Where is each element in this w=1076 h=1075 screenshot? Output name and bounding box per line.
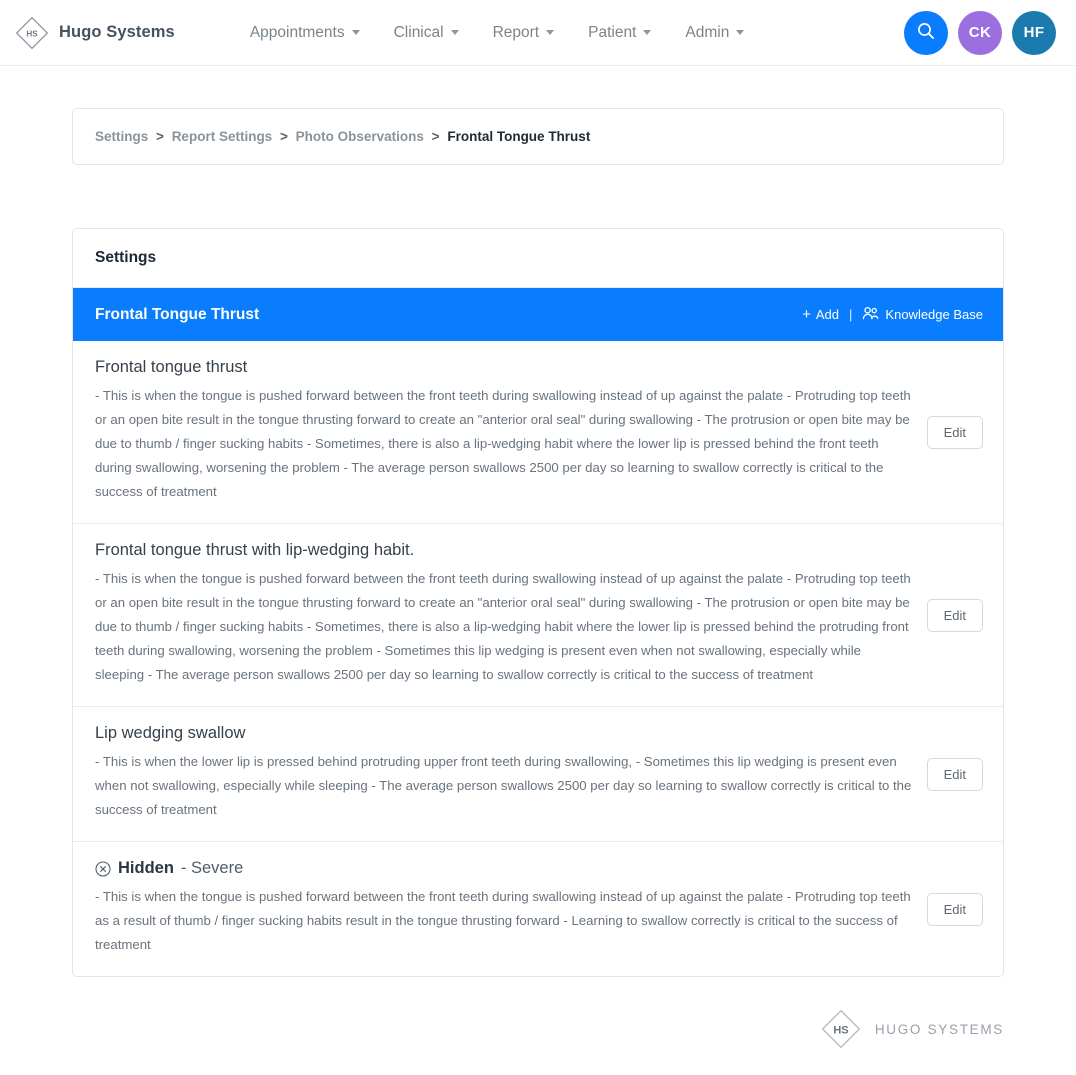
- add-label: Add: [815, 307, 840, 322]
- observation-row: Frontal tongue thrust with lip-wedging h…: [73, 524, 1003, 707]
- observation-title: Hidden - Severe: [95, 859, 913, 878]
- chevron-down-icon: [450, 30, 459, 35]
- chevron-down-icon: [643, 30, 652, 35]
- diamond-hs-logo-icon: HS: [819, 1007, 863, 1051]
- observation-content: Frontal tongue thrust with lip-wedging h…: [95, 541, 913, 687]
- nav-item-report[interactable]: Report: [476, 18, 572, 48]
- observation-body: - This is when the tongue is pushed forw…: [95, 889, 911, 952]
- observation-title: Frontal tongue thrust with lip-wedging h…: [95, 541, 415, 559]
- avatar-ck[interactable]: CK: [958, 10, 1002, 55]
- edit-button[interactable]: Edit: [926, 892, 983, 926]
- edit-button[interactable]: Edit: [926, 757, 983, 791]
- observation-group-header: Frontal Tongue Thrust + Add | Knowledge …: [73, 288, 1003, 341]
- breadcrumb-separator: >: [431, 129, 440, 144]
- svg-text:HS: HS: [833, 1025, 848, 1037]
- observation-group-title: Frontal Tongue Thrust: [95, 305, 260, 323]
- breadcrumb-item-current: Frontal Tongue Thrust: [447, 129, 591, 144]
- svg-text:HS: HS: [26, 29, 38, 38]
- edit-button[interactable]: Edit: [926, 415, 983, 449]
- observation-row: Lip wedging swallow - This is when the l…: [73, 707, 1003, 842]
- diamond-hs-logo-icon: HS: [14, 15, 50, 51]
- search-icon: [916, 21, 936, 45]
- top-navbar: HS Hugo Systems Appointments Clinical Re…: [0, 0, 1076, 66]
- nav-label: Patient: [588, 23, 637, 41]
- observation-row: Hidden - Severe - This is when the tongu…: [73, 842, 1003, 976]
- nav-item-clinical[interactable]: Clinical: [377, 18, 476, 48]
- observation-row: Frontal tongue thrust - This is when the…: [73, 341, 1003, 524]
- observation-title: Lip wedging swallow: [95, 724, 246, 742]
- observation-body: - This is when the tongue is pushed forw…: [95, 388, 911, 499]
- page-footer: HS HUGO SYSTEMS: [0, 977, 1076, 1075]
- observation-title: Frontal tongue thrust: [95, 358, 248, 376]
- settings-card: Settings Frontal Tongue Thrust + Add | K…: [72, 228, 1004, 977]
- navbar-right-actions: CK HF: [904, 10, 1056, 55]
- nav-item-patient[interactable]: Patient: [571, 18, 668, 48]
- settings-panel-title: Settings: [73, 229, 1003, 288]
- observation-content: Lip wedging swallow - This is when the l…: [95, 724, 913, 822]
- observation-hidden-label: Hidden: [118, 859, 174, 877]
- actions-divider: |: [849, 307, 853, 322]
- avatar-initials: HF: [1023, 24, 1045, 41]
- observation-content: Hidden - Severe - This is when the tongu…: [95, 859, 913, 957]
- breadcrumb-item-photo-observations[interactable]: Photo Observations: [296, 129, 424, 144]
- edit-button[interactable]: Edit: [926, 598, 983, 632]
- brand-name: Hugo Systems: [59, 23, 175, 41]
- nav-label: Clinical: [393, 23, 444, 41]
- nav-item-appointments[interactable]: Appointments: [233, 18, 377, 48]
- nav-label: Appointments: [249, 23, 345, 41]
- chevron-down-icon: [351, 30, 360, 35]
- knowledge-base-button[interactable]: Knowledge Base: [862, 306, 983, 323]
- observation-group-actions: + Add | Knowledge Base: [802, 306, 983, 323]
- observation-content: Frontal tongue thrust - This is when the…: [95, 358, 913, 504]
- breadcrumb-separator: >: [279, 129, 288, 144]
- breadcrumb: Settings > Report Settings > Photo Obser…: [72, 108, 1004, 165]
- avatar-initials: CK: [968, 24, 992, 41]
- nav-label: Admin: [685, 23, 730, 41]
- breadcrumb-item-settings[interactable]: Settings: [95, 129, 148, 144]
- main-nav: Appointments Clinical Report Patient Adm…: [233, 18, 761, 48]
- knowledge-base-label: Knowledge Base: [885, 307, 983, 322]
- page-content: Settings > Report Settings > Photo Obser…: [0, 108, 1076, 977]
- nav-item-admin[interactable]: Admin: [668, 18, 761, 48]
- observation-body: - This is when the tongue is pushed forw…: [95, 571, 911, 682]
- users-icon: [862, 306, 879, 323]
- breadcrumb-item-report-settings[interactable]: Report Settings: [172, 129, 273, 144]
- chevron-down-icon: [736, 30, 745, 35]
- observation-body: - This is when the lower lip is pressed …: [95, 754, 912, 817]
- avatar-hf[interactable]: HF: [1012, 10, 1056, 55]
- circle-x-icon: [95, 860, 111, 877]
- observation-severity-label: - Severe: [180, 859, 244, 877]
- footer-brand-name: HUGO SYSTEMS: [874, 1021, 1004, 1037]
- breadcrumb-separator: >: [156, 129, 164, 144]
- plus-icon: +: [802, 306, 811, 323]
- chevron-down-icon: [546, 30, 555, 35]
- brand-logo-link[interactable]: HS Hugo Systems: [14, 15, 175, 51]
- nav-label: Report: [492, 23, 540, 41]
- search-button[interactable]: [904, 10, 948, 55]
- add-button[interactable]: + Add: [802, 307, 839, 322]
